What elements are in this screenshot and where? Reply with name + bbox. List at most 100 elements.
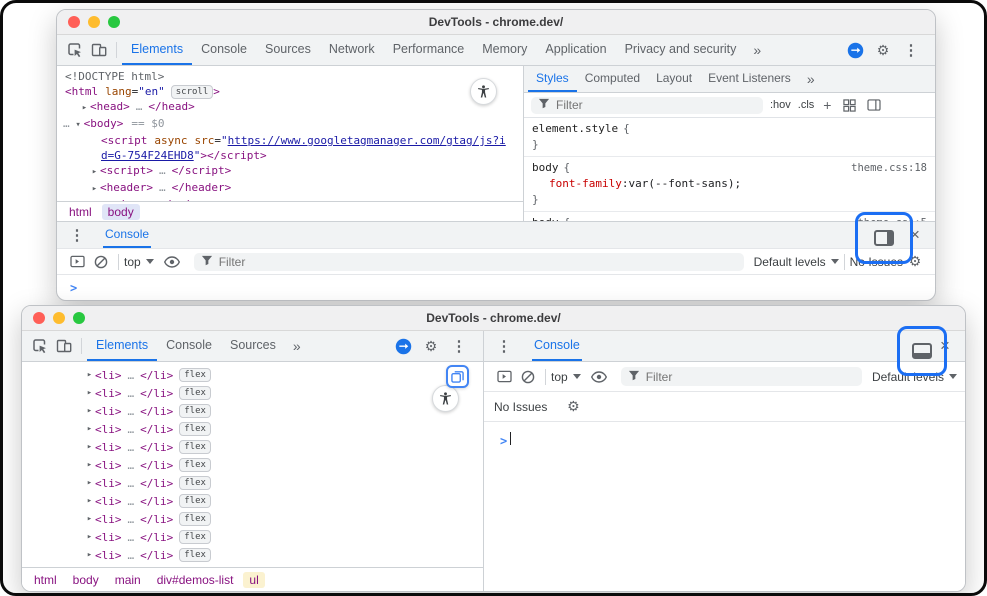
collapsed-ellipsis[interactable]: … bbox=[136, 100, 143, 113]
css-rule-body-1[interactable]: body{theme.css:18 font-family: var(--fon… bbox=[524, 157, 935, 212]
tab-styles[interactable]: Styles bbox=[528, 66, 577, 92]
expand-arrow-icon[interactable] bbox=[84, 370, 95, 380]
breadcrumb-ul[interactable]: ul bbox=[243, 572, 264, 588]
settings-gear-icon[interactable] bbox=[419, 334, 443, 358]
breadcrumb-demos-list[interactable]: div#demos-list bbox=[151, 572, 240, 588]
flex-badge[interactable]: flex bbox=[179, 458, 211, 472]
tree-node-script-gtag[interactable]: <scriptasyncsrc="https://www.googletagma… bbox=[57, 133, 523, 148]
context-selector[interactable]: top bbox=[551, 370, 581, 384]
flex-badge[interactable]: flex bbox=[179, 512, 211, 526]
context-selector[interactable]: top bbox=[124, 255, 154, 269]
element-classes-button[interactable]: .cls bbox=[798, 99, 815, 111]
expand-arrow-icon[interactable] bbox=[84, 496, 95, 506]
flex-badge[interactable]: flex bbox=[179, 548, 211, 562]
tab-sources[interactable]: Sources bbox=[256, 35, 320, 65]
expand-arrow-icon[interactable] bbox=[84, 532, 95, 542]
stylesheet-link[interactable]: theme.css:18 bbox=[851, 160, 927, 176]
kebab-menu-icon[interactable] bbox=[447, 334, 471, 358]
console-sidebar-icon[interactable] bbox=[492, 365, 516, 389]
tree-node-li[interactable]: <li> … </li> flex bbox=[22, 420, 483, 438]
tab-application[interactable]: Application bbox=[536, 35, 615, 65]
collaps​ed-ellipsis[interactable]: … bbox=[128, 549, 135, 562]
tree-node-doctype[interactable]: <!DOCTYPE html> bbox=[57, 69, 523, 84]
tree-node-li[interactable]: <li> … </li> flex bbox=[22, 366, 483, 384]
tree-node-html[interactable]: <htmllang="en"scroll> bbox=[57, 84, 523, 99]
accessibility-icon[interactable] bbox=[432, 385, 459, 412]
breadcrumb-html[interactable]: html bbox=[63, 204, 98, 220]
flex-badge[interactable]: flex bbox=[179, 386, 211, 400]
tab-console[interactable]: Console bbox=[157, 331, 221, 361]
collaps​ed-ellipsis[interactable]: … bbox=[128, 513, 135, 526]
styles-filter-input[interactable] bbox=[556, 98, 756, 112]
device-toolbar-icon[interactable] bbox=[52, 334, 76, 358]
tree-node-li[interactable]: <li> … </li> flex bbox=[22, 492, 483, 510]
console-prompt[interactable]: > bbox=[57, 275, 935, 300]
collaps​ed-ellipsis[interactable]: … bbox=[128, 369, 135, 382]
tree-node-header[interactable]: <header>…</header> bbox=[57, 180, 523, 197]
tab-elements[interactable]: Elements bbox=[87, 331, 157, 361]
zoom-button[interactable] bbox=[108, 16, 120, 28]
collaps​ed-ellipsis[interactable]: … bbox=[128, 441, 135, 454]
tab-sources[interactable]: Sources bbox=[221, 331, 285, 361]
zoom-button[interactable] bbox=[73, 312, 85, 324]
tree-node-li[interactable]: <li> … </li> flex bbox=[22, 474, 483, 492]
more-nodes-ellipsis[interactable]: … bbox=[63, 117, 70, 130]
new-style-rule-icon[interactable]: + bbox=[821, 97, 833, 113]
tree-node-li[interactable]: <li> … </li> flex bbox=[22, 456, 483, 474]
tree-node-li[interactable]: <li> … </li> flex bbox=[22, 438, 483, 456]
clear-console-icon[interactable] bbox=[516, 365, 540, 389]
debug-status-icon[interactable] bbox=[391, 334, 415, 358]
expand-arrow-icon[interactable] bbox=[84, 424, 95, 434]
collaps​ed-ellipsis[interactable]: … bbox=[128, 387, 135, 400]
tree-node-head[interactable]: <head>…</head> bbox=[57, 99, 523, 116]
collapsed-ellipsis[interactable]: … bbox=[159, 164, 166, 177]
accessibility-icon[interactable] bbox=[470, 78, 497, 105]
breadcrumb-html[interactable]: html bbox=[28, 572, 63, 588]
flex-badge[interactable]: flex bbox=[179, 368, 211, 382]
tab-console-drawer[interactable]: Console bbox=[103, 222, 151, 248]
flex-badge[interactable]: flex bbox=[179, 476, 211, 490]
more-tabs-icon[interactable]: » bbox=[799, 71, 823, 87]
more-tabs-icon[interactable]: » bbox=[285, 338, 309, 354]
collaps​ed-ellipsis[interactable]: … bbox=[128, 495, 135, 508]
flex-badge[interactable]: flex bbox=[179, 440, 211, 454]
inspect-icon[interactable] bbox=[28, 334, 52, 358]
tab-privacy-security[interactable]: Privacy and security bbox=[616, 35, 746, 65]
expand-arrow-icon[interactable] bbox=[84, 406, 95, 416]
tree-node-li[interactable]: <li> … </li> flex bbox=[22, 528, 483, 546]
collaps​ed-ellipsis[interactable]: … bbox=[128, 459, 135, 472]
expand-arrow-icon[interactable] bbox=[84, 460, 95, 470]
flex-badge[interactable]: flex bbox=[179, 530, 211, 544]
minimize-button[interactable] bbox=[88, 16, 100, 28]
kebab-menu-icon[interactable] bbox=[65, 223, 89, 247]
live-expression-eye-icon[interactable] bbox=[587, 365, 611, 389]
flex-badge[interactable]: flex bbox=[179, 404, 211, 418]
tab-console-panel[interactable]: Console bbox=[532, 331, 582, 361]
console-filter-input[interactable] bbox=[219, 255, 737, 269]
layers-icon[interactable] bbox=[446, 365, 469, 388]
tree-node-li[interactable]: <li> … </li> flex bbox=[22, 402, 483, 420]
expand-arrow-icon[interactable] bbox=[84, 478, 95, 488]
tree-node-li[interactable]: <li> … </li> flex bbox=[22, 546, 483, 564]
tree-node-li[interactable]: <li> … </li> flex bbox=[22, 384, 483, 402]
tree-node-script-gtag-wrap[interactable]: d=G-754F24EHD8"></script> bbox=[57, 148, 523, 163]
collaps​ed-ellipsis[interactable]: … bbox=[128, 423, 135, 436]
gtag-url-link-continued[interactable]: d=G-754F24EHD8 bbox=[101, 149, 194, 162]
tree-node-body[interactable]: …<body>== $0 bbox=[57, 116, 523, 133]
debug-status-icon[interactable] bbox=[843, 38, 867, 62]
console-prompt[interactable]: > bbox=[484, 422, 965, 591]
expand-arrow-icon[interactable] bbox=[84, 514, 95, 524]
dock-bottom-icon[interactable] bbox=[912, 343, 932, 359]
collaps​ed-ellipsis[interactable]: … bbox=[128, 477, 135, 490]
dock-side-icon[interactable] bbox=[874, 230, 894, 246]
console-filter-input[interactable] bbox=[646, 370, 855, 384]
collapsed-ellipsis[interactable]: … bbox=[159, 181, 166, 194]
log-levels-dropdown[interactable]: Default levels bbox=[754, 255, 839, 269]
toggle-element-state-button[interactable]: :hov bbox=[770, 99, 791, 111]
more-tabs-icon[interactable]: » bbox=[745, 42, 769, 58]
tab-network[interactable]: Network bbox=[320, 35, 384, 65]
inspect-icon[interactable] bbox=[63, 38, 87, 62]
live-expression-eye-icon[interactable] bbox=[160, 250, 184, 274]
flex-badge[interactable]: flex bbox=[179, 422, 211, 436]
close-button[interactable] bbox=[68, 16, 80, 28]
